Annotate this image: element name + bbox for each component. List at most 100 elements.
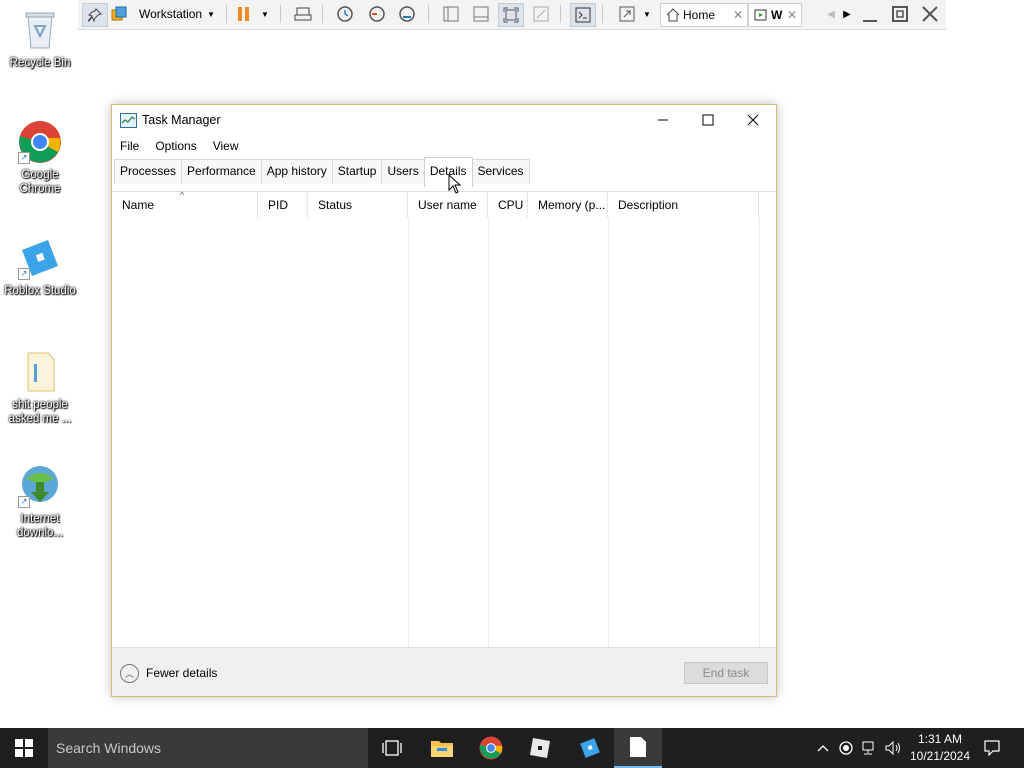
terminal-icon [575,7,591,23]
taskbar-notepad[interactable] [614,728,662,768]
snapshot-manager-button[interactable] [396,3,418,25]
pause-button[interactable] [234,3,254,25]
recording-indicator[interactable] [836,728,856,768]
close-tab-icon[interactable]: ✕ [733,8,743,22]
chrome-icon [479,736,503,760]
title-bar[interactable]: Task Manager [112,105,776,135]
library-button[interactable] [108,3,130,25]
unity-button[interactable] [530,3,552,25]
tab-startup[interactable]: Startup [331,159,383,184]
network-button[interactable] [860,728,880,768]
close-button[interactable] [918,2,942,26]
stretch-dropdown[interactable]: ▼ [640,3,654,25]
minimize-icon [658,119,668,121]
volume-button[interactable] [884,728,904,768]
vmware-toolbar: Workstation ▼ ▼ ▼ Home ✕ W ✕ ◀ ▶ [78,0,946,30]
end-task-button[interactable]: End task [684,662,768,684]
snapshot-button[interactable] [334,3,356,25]
show-hidden-icons-button[interactable] [814,728,832,768]
tab-home-label: Home [683,8,716,22]
column-header-label: Description [618,198,679,212]
minimize-icon [863,20,877,22]
network-icon [862,741,874,755]
details-table: ^ Name PID Status User name CPU Memory (… [112,190,776,649]
footer: ︿ Fewer details End task [112,647,776,696]
notifications-button[interactable] [978,728,1006,768]
show-library-button[interactable] [440,3,462,25]
column-header-memory[interactable]: Memory (p... [528,192,608,218]
restore-icon [892,6,908,22]
fullscreen-icon [503,7,519,23]
scroll-tabs-right-button[interactable]: ▶ [840,3,854,25]
column-header-label: User name [418,198,477,212]
close-button[interactable] [730,105,776,135]
desktop-icon-text-file[interactable]: shit people asked me ... [0,350,80,426]
revert-snapshot-button[interactable] [366,3,388,25]
pause-icon [238,7,249,21]
send-ctrl-alt-del-button[interactable] [292,3,314,25]
clock-date: 10/21/2024 [909,749,971,763]
close-tab-icon[interactable]: ✕ [787,8,797,22]
stretch-guest-button[interactable] [616,3,638,25]
desktop-icon-recycle-bin[interactable]: Recycle Bin [0,8,80,70]
chevron-up-icon [817,745,829,752]
tab-performance[interactable]: Performance [181,159,262,184]
tab-services[interactable]: Services [471,159,530,184]
fewer-details-link[interactable]: Fewer details [146,666,217,680]
power-dropdown[interactable]: ▼ [258,3,272,25]
menu-file[interactable]: File [112,135,147,157]
task-view-button[interactable] [368,728,416,768]
column-header-user-name[interactable]: User name [408,192,488,218]
column-header-cpu[interactable]: CPU [488,192,528,218]
tab-home[interactable]: Home ✕ [660,3,748,27]
taskbar-file-explorer[interactable] [418,728,466,768]
close-icon [922,6,938,22]
speaker-icon [885,741,900,755]
keyboard-icon [294,7,312,21]
desktop-icon-internet-download-manager[interactable]: ↗ Internet downlo... [0,464,80,540]
minimize-button[interactable] [640,105,686,135]
shortcut-arrow-icon: ↗ [18,268,30,280]
menu-view[interactable]: View [205,135,247,157]
console-view-button[interactable] [570,3,596,27]
tab-vm[interactable]: W ✕ [748,3,802,27]
column-header-name[interactable]: ^ Name [112,190,258,218]
thumbnail-bar-button[interactable] [470,3,492,25]
column-header-status[interactable]: Status [308,192,408,218]
tab-app-history[interactable]: App history [260,159,333,184]
scroll-tabs-left-button[interactable]: ◀ [824,3,838,25]
revert-icon [369,6,385,22]
close-icon [747,114,759,126]
taskbar-chrome[interactable] [467,728,515,768]
taskbar-roblox-studio[interactable] [566,728,614,768]
desktop-icon-label: Internet downlo... [16,513,64,539]
workstation-menu[interactable]: Workstation ▼ [136,3,218,25]
document-icon [630,737,646,757]
folder-icon [431,741,453,757]
column-header-pid[interactable]: PID [258,192,308,218]
tab-processes[interactable]: Processes [114,159,183,184]
chevron-down-icon: ▼ [643,9,651,19]
desktop-icon-roblox-studio[interactable]: ↗ Roblox Studio [0,236,80,298]
chevron-up-icon[interactable]: ︿ [120,664,139,683]
expand-icon [619,6,635,22]
search-input[interactable]: Search Windows [48,728,368,768]
taskbar-roblox[interactable] [516,728,564,768]
restore-button[interactable] [888,2,912,26]
pin-button[interactable] [82,3,108,27]
tab-users[interactable]: Users [381,159,425,184]
maximize-button[interactable] [685,105,731,135]
full-screen-button[interactable] [498,3,524,27]
library-icon [111,6,127,21]
system-clock[interactable]: 1:31 AM 10/21/2024 [904,731,976,765]
column-header-label: Status [318,198,353,212]
task-view-icon [382,740,402,756]
thumbnail-icon [473,6,489,22]
column-header-description[interactable]: Description [608,192,759,218]
desktop-icon-google-chrome[interactable]: ↗ Google Chrome [0,120,80,196]
start-button[interactable] [0,728,48,768]
home-icon [666,8,680,22]
menu-options[interactable]: Options [147,135,204,157]
unity-icon [533,6,549,22]
minimize-button[interactable] [858,2,882,26]
